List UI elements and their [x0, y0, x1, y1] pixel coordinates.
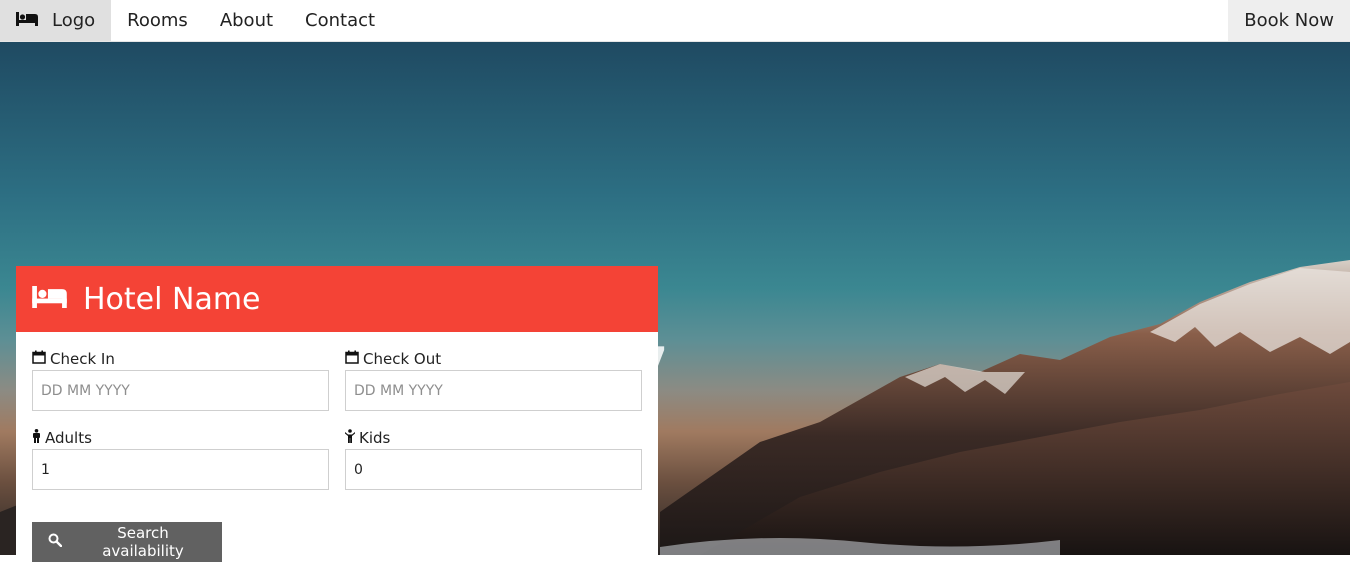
check-in-field: Check In — [32, 348, 329, 411]
nav-rooms[interactable]: Rooms — [111, 0, 204, 41]
adults-label: Adults — [45, 429, 92, 447]
booking-panel: Hotel Name Check In DD MM YYYY Check Out… — [16, 266, 658, 562]
adults-label-row: Adults — [32, 427, 329, 449]
check-out-input[interactable] — [345, 370, 642, 411]
kids-label-row: Kids — [345, 427, 642, 449]
panel-header: Hotel Name — [16, 266, 658, 332]
check-out-label: Check Out — [363, 350, 442, 368]
calendar-icon — [345, 350, 363, 368]
bed-icon — [32, 286, 67, 312]
nav-logo[interactable]: Logo — [0, 0, 112, 41]
top-navbar: Logo Rooms About Contact Book Now — [0, 0, 1350, 42]
search-availability-button[interactable]: Search availability — [32, 522, 222, 562]
adults-field: Adults — [32, 427, 329, 490]
nav-about[interactable]: About — [204, 0, 289, 41]
check-in-input[interactable] — [32, 370, 329, 411]
check-out-field: Check Out — [345, 348, 642, 411]
male-icon — [32, 429, 45, 447]
kids-field: Kids — [345, 427, 642, 490]
booking-form: Check In Check Out — [16, 332, 658, 490]
kids-input[interactable] — [345, 449, 642, 490]
child-icon — [345, 429, 359, 447]
calendar-icon — [32, 350, 50, 368]
adults-input[interactable] — [32, 449, 329, 490]
book-now-button[interactable]: Book Now — [1228, 0, 1350, 41]
nav-logo-label: Logo — [52, 10, 96, 31]
check-out-label-row: Check Out — [345, 348, 642, 370]
search-icon — [48, 533, 80, 551]
kids-label: Kids — [359, 429, 391, 447]
check-in-label-row: Check In — [32, 348, 329, 370]
hotel-name-title: Hotel Name — [83, 281, 261, 317]
nav-contact[interactable]: Contact — [289, 0, 391, 41]
check-in-label: Check In — [50, 350, 115, 368]
bed-icon — [16, 10, 38, 31]
